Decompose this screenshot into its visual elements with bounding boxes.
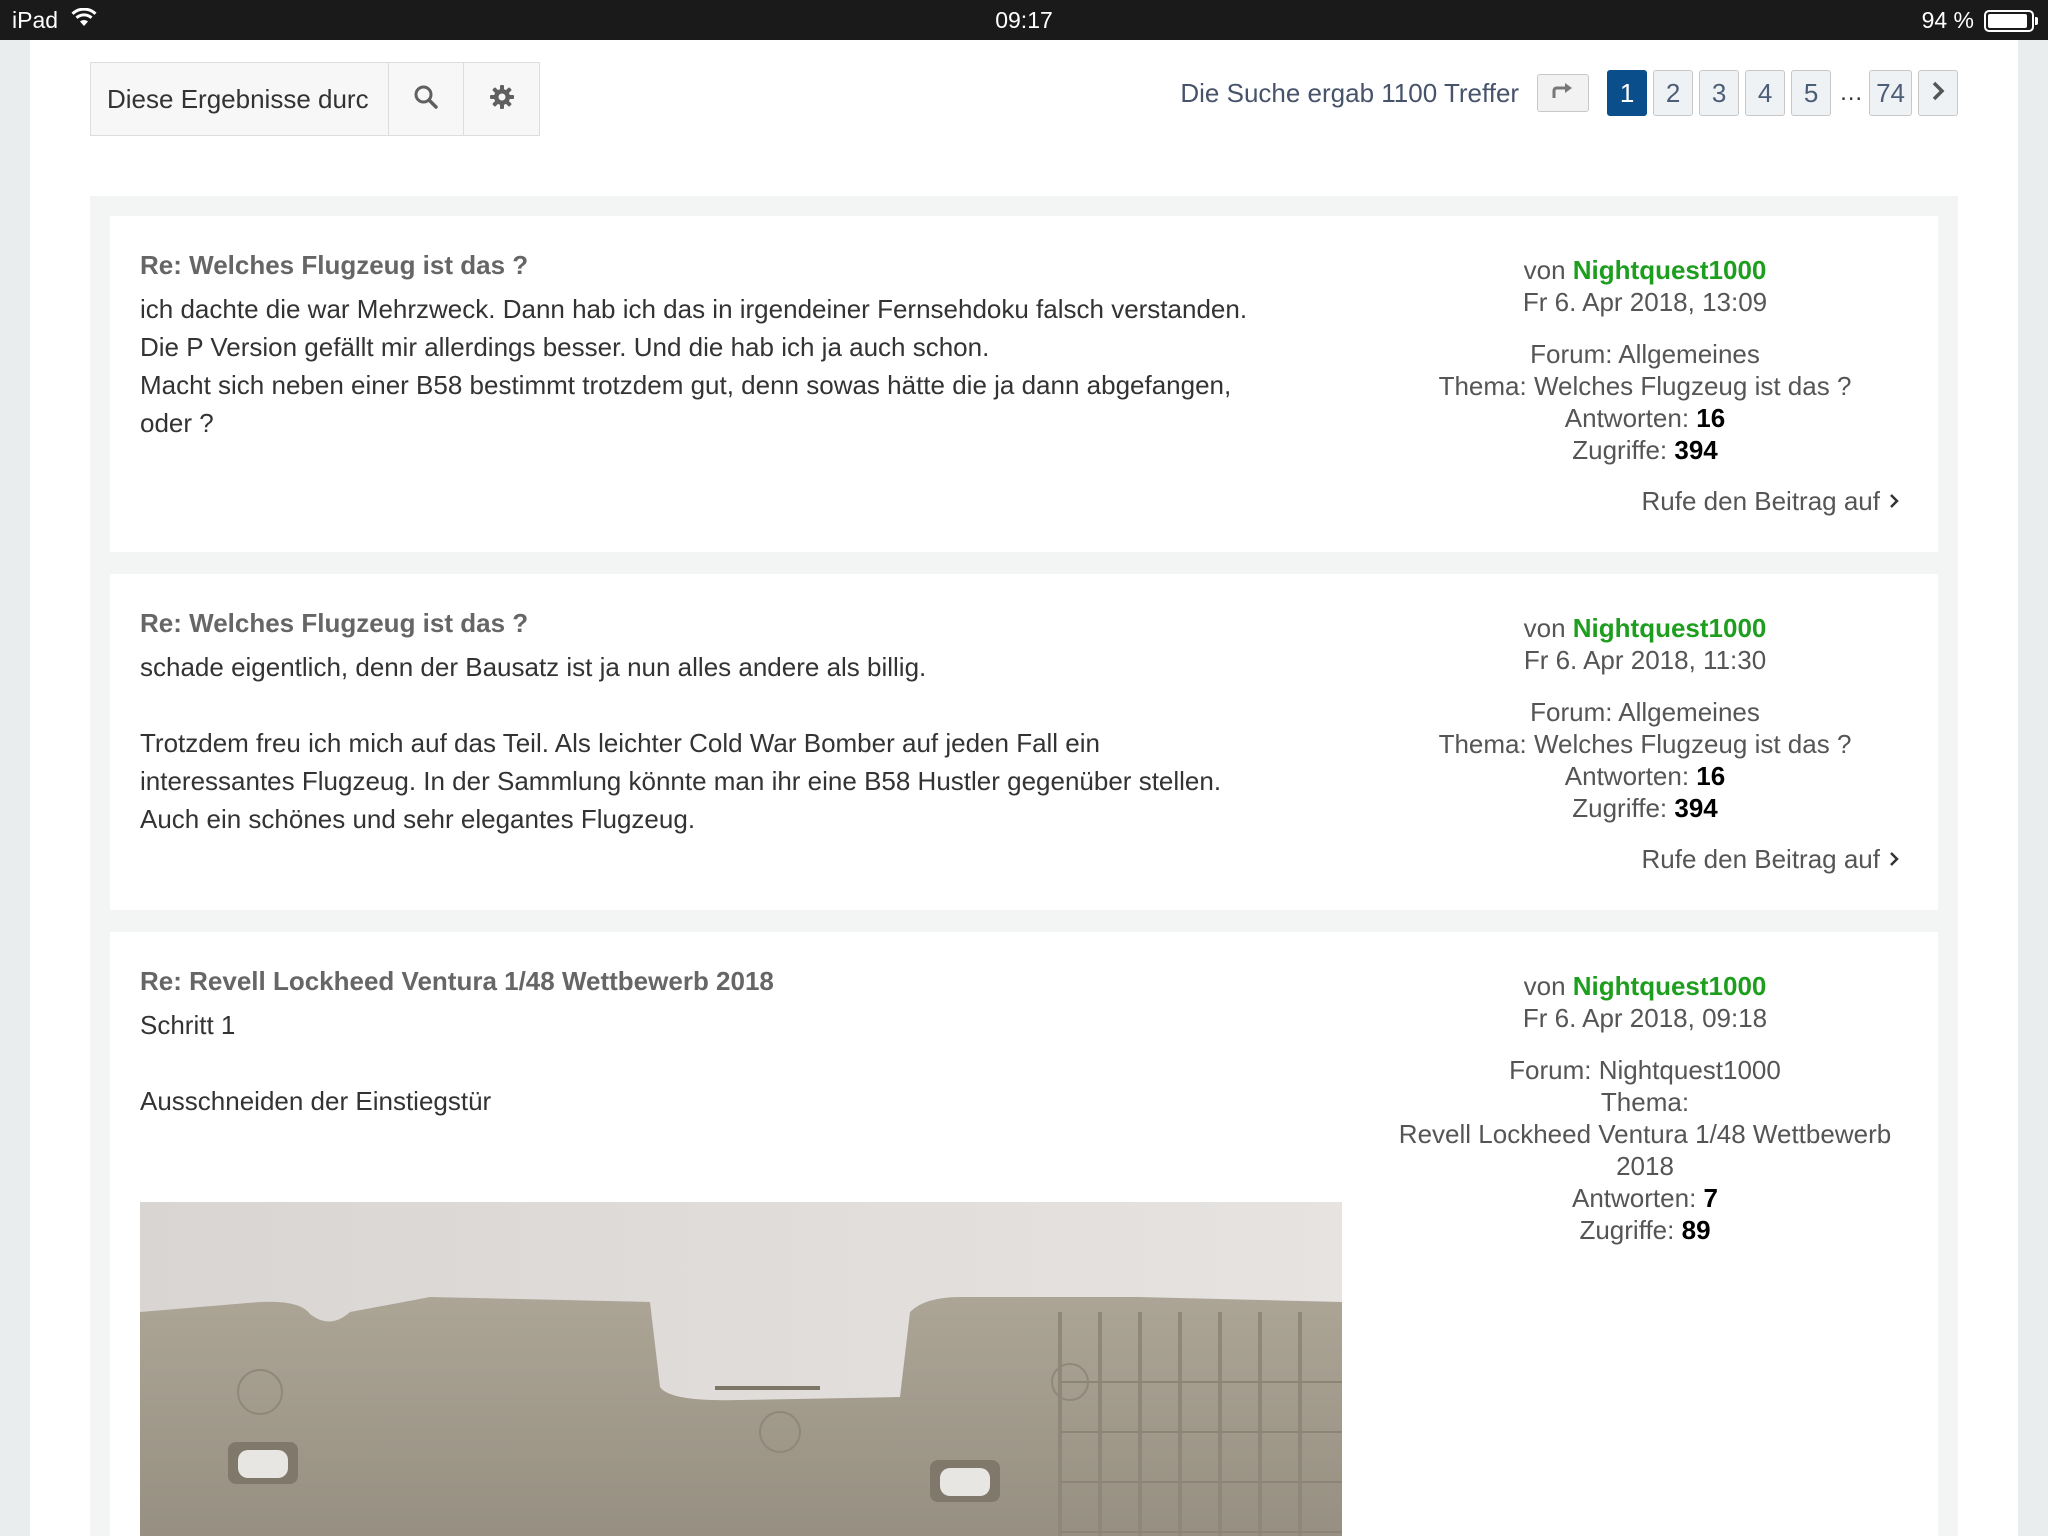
advanced-search-button[interactable] (464, 63, 539, 135)
by-label: von (1523, 255, 1566, 285)
post-title[interactable]: Re: Welches Flugzeug ist das ? (140, 250, 528, 281)
replies-count: 7 (1703, 1183, 1718, 1213)
gear-icon (489, 84, 515, 115)
page-last-button[interactable]: 74 (1869, 70, 1912, 116)
replies-label: Antworten: (1564, 761, 1690, 791)
post-content: schade eigentlich, denn der Bausatz ist … (140, 648, 1360, 838)
page-1-button[interactable]: 1 (1607, 70, 1648, 116)
author-link[interactable]: Nightquest1000 (1573, 613, 1767, 643)
replies-count: 16 (1696, 761, 1726, 791)
view-post-label: Rufe den Beitrag auf (1641, 486, 1881, 516)
topic-link-line: Revell Lockheed Ventura 1/48 Wettbewerb (1398, 1119, 1892, 1149)
search-icon (413, 84, 439, 115)
post-text-line: Ausschneiden der Einstiegstür (140, 1086, 492, 1116)
post-content: ich dachte die war Mehrzweck. Dann hab i… (140, 290, 1360, 442)
forum-link[interactable]: Forum: Nightquest1000 (1370, 1054, 1920, 1086)
battery-percent: 94 % (1921, 7, 1974, 33)
post-text-line (140, 686, 1360, 724)
clock: 09:17 (995, 7, 1053, 33)
next-page-button[interactable] (1918, 70, 1958, 116)
chevron-right-icon (1930, 80, 1946, 107)
page-2-button[interactable]: 2 (1653, 70, 1694, 116)
post-text-line: Die P Version gefällt mir allerdings bes… (140, 332, 990, 362)
view-post-link[interactable]: Rufe den Beitrag auf (1642, 486, 1901, 517)
post-text-line: Auch ein schönes und sehr elegantes Flug… (140, 804, 696, 834)
pagination: Die Suche ergab 1100 Treffer 1 2 3 4 5 …… (1180, 68, 1958, 118)
battery-icon (1984, 9, 2038, 32)
post-text-line: schade eigentlich, denn der Bausatz ist … (140, 652, 927, 682)
search-box: Diese Ergebnisse durc (90, 62, 540, 136)
post-date: Fr 6. Apr 2018, 11:30 (1523, 645, 1767, 675)
by-label: von (1523, 971, 1566, 1001)
view-post-link[interactable]: Rufe den Beitrag auf (1642, 844, 1901, 875)
post-attachment-image[interactable] (140, 1202, 1342, 1536)
chevron-right-icon (1888, 486, 1900, 517)
post-title[interactable]: Re: Welches Flugzeug ist das ? (140, 608, 528, 639)
views-count: 394 (1674, 793, 1718, 823)
topic-link-line: 2018 (1616, 1151, 1674, 1181)
post-text-line (140, 1044, 1360, 1082)
post-meta: von Nightquest1000 Fr 6. Apr 2018, 09:18… (1370, 970, 1920, 1246)
replies-label: Antworten: (1572, 1183, 1697, 1213)
result-post: Re: Welches Flugzeug ist das ? ich dacht… (110, 216, 1938, 552)
post-text-line: Trotzdem freu ich mich auf das Teil. Als… (140, 728, 1101, 758)
views-label: Zugriffe: (1572, 793, 1668, 823)
forum-link[interactable]: Forum: Allgemeines (1370, 338, 1920, 370)
post-meta: von Nightquest1000 Fr 6. Apr 2018, 13:09… (1370, 254, 1920, 466)
topic-link[interactable]: Revell Lockheed Ventura 1/48 Wettbewerb … (1370, 1118, 1920, 1182)
post-text-line: interessantes Flugzeug. In der Sammlung … (140, 766, 1222, 796)
post-meta: von Nightquest1000 Fr 6. Apr 2018, 11:30… (1370, 612, 1920, 824)
page-4-button[interactable]: 4 (1745, 70, 1786, 116)
post-date: Fr 6. Apr 2018, 13:09 (1522, 287, 1768, 317)
views-count: 89 (1681, 1215, 1711, 1245)
post-title[interactable]: Re: Revell Lockheed Ventura 1/48 Wettbew… (140, 966, 774, 997)
post-text-line: Schritt 1 (140, 1010, 236, 1040)
views-label: Zugriffe: (1579, 1215, 1675, 1245)
replies-label: Antworten: (1564, 403, 1690, 433)
pagination-ellipsis: … (1839, 79, 1864, 106)
post-text-line: oder ? (140, 408, 214, 438)
page: Diese Ergebnisse durc Die Suche ergab 11… (30, 40, 2018, 1536)
post-content: Schritt 1 Ausschneiden der Einstiegstür (140, 1006, 1360, 1120)
result-post: Re: Revell Lockheed Ventura 1/48 Wettbew… (110, 932, 1938, 1536)
topic-link[interactable]: Thema: Welches Flugzeug ist das ? (1370, 370, 1920, 402)
result-post: Re: Welches Flugzeug ist das ? schade ei… (110, 574, 1938, 910)
view-post-label: Rufe den Beitrag auf (1641, 844, 1881, 874)
page-5-button[interactable]: 5 (1791, 70, 1832, 116)
page-3-button[interactable]: 3 (1699, 70, 1740, 116)
views-label: Zugriffe: (1572, 435, 1668, 465)
jump-to-page-button[interactable] (1537, 74, 1590, 112)
status-bar: iPad 09:17 94 % (0, 0, 2048, 40)
chevron-right-icon (1888, 844, 1900, 875)
topic-link[interactable]: Thema: Welches Flugzeug ist das ? (1370, 728, 1920, 760)
result-count: Die Suche ergab 1100 Treffer (1180, 77, 1520, 108)
by-label: von (1523, 613, 1566, 643)
share-arrow-icon (1551, 82, 1575, 105)
topic-label: Thema: (1600, 1087, 1690, 1117)
replies-count: 16 (1696, 403, 1726, 433)
views-count: 394 (1674, 435, 1718, 465)
search-button[interactable] (389, 63, 464, 135)
post-text-line: Macht sich neben einer B58 bestimmt trot… (140, 370, 1232, 400)
forum-link[interactable]: Forum: Allgemeines (1370, 696, 1920, 728)
search-results: Re: Welches Flugzeug ist das ? ich dacht… (90, 196, 1958, 1536)
search-input[interactable]: Diese Ergebnisse durc (91, 63, 389, 135)
author-link[interactable]: Nightquest1000 (1573, 255, 1767, 285)
author-link[interactable]: Nightquest1000 (1573, 971, 1767, 1001)
post-text-line: ich dachte die war Mehrzweck. Dann hab i… (140, 294, 1248, 324)
post-date: Fr 6. Apr 2018, 09:18 (1522, 1003, 1768, 1033)
